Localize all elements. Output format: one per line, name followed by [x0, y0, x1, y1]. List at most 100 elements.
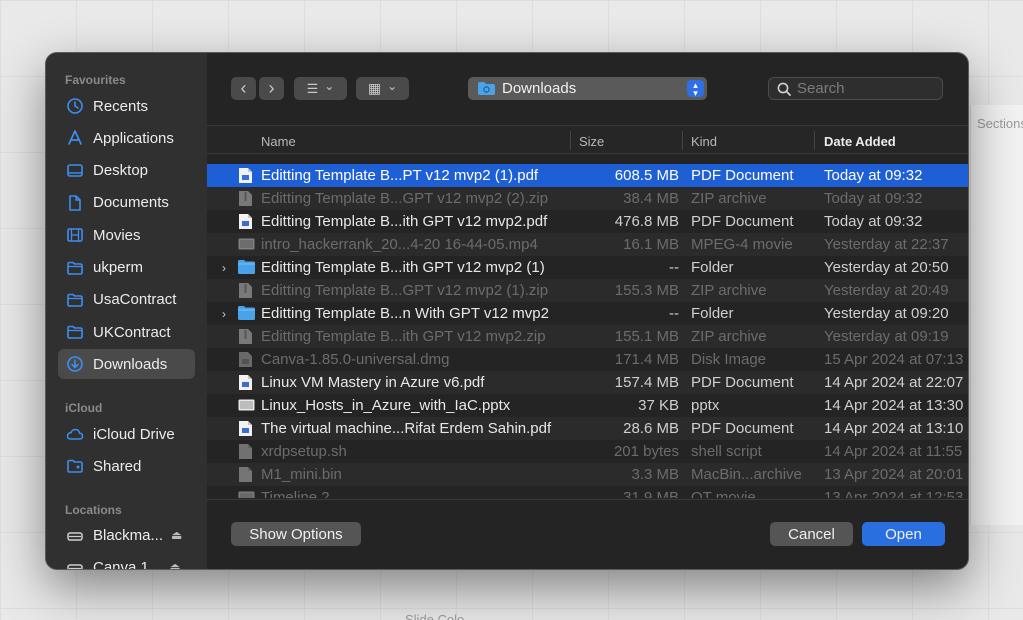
film-icon [66, 226, 84, 244]
shared-folder-icon [66, 457, 84, 475]
folder-icon [66, 323, 84, 341]
column-divider[interactable] [570, 131, 571, 150]
file-date-added: 13 Apr 2024 at 20:01 [824, 466, 964, 483]
file-name: Linux VM Mastery in Azure v6.pdf [261, 374, 485, 391]
sidebar-item-downloads[interactable]: Downloads [58, 349, 195, 380]
pdf-file-icon [238, 420, 253, 437]
sidebar: Favourites Recents Applications Desktop Doc… [46, 53, 207, 569]
file-kind: MacBin...archive [691, 466, 802, 483]
file-date-added: Today at 09:32 [824, 213, 923, 230]
column-kind[interactable]: Kind [691, 134, 717, 149]
disk-icon [66, 526, 84, 544]
file-row[interactable]: Timeline 2 31.9 MB QT movie 13 Apr 2024 at … [207, 486, 968, 498]
location-label: Downloads [502, 80, 577, 97]
search-field[interactable] [768, 77, 943, 100]
file-size: 28.6 MB [623, 420, 679, 437]
folder-icon [238, 259, 255, 276]
sidebar-item-ukperm[interactable]: ukperm [58, 253, 195, 283]
sidebar-item-label: ukperm [93, 259, 144, 276]
search-input[interactable] [797, 80, 927, 97]
column-header: Name Size Kind Date Added [207, 125, 968, 154]
sidebar-item-desktop[interactable]: Desktop [58, 156, 195, 186]
file-row[interactable]: Editting Template B...ith GPT v12 mvp2.p… [207, 210, 968, 233]
chevron-right-icon: › [268, 78, 275, 98]
file-kind: QT movie [691, 489, 756, 498]
file-row[interactable]: › Editting Template B...n With GPT v12 mv… [207, 302, 968, 325]
file-date-added: Yesterday at 22:37 [824, 236, 949, 253]
background-sections-label: Sections [977, 116, 1023, 131]
file-row[interactable]: › Editting Template B...ith GPT v12 mvp2 … [207, 256, 968, 279]
file-row[interactable]: Editting Template B...GPT v12 mvp2 (1).z… [207, 279, 968, 302]
sidebar-item-icloud-drive[interactable]: iCloud Drive [58, 419, 195, 449]
file-size: 37 KB [638, 397, 679, 414]
sidebar-section-locations: Locations [65, 503, 122, 517]
file-name: intro_hackerrank_20...4-20 16-44-05.mp4 [261, 236, 538, 253]
column-divider[interactable] [814, 131, 815, 150]
file-row[interactable]: Editting Template B...ith GPT v12 mvp2.z… [207, 325, 968, 348]
file-browser: ‹ › ☰ ⌄ ▦ ⌄ Downloads ▴▾ Name [207, 53, 968, 569]
file-row[interactable]: Linux VM Mastery in Azure v6.pdf 157.4 MB… [207, 371, 968, 394]
sidebar-item-shared[interactable]: Shared [58, 451, 195, 481]
file-row[interactable]: xrdpsetup.sh 201 bytes shell script 14 Apr … [207, 440, 968, 463]
file-row[interactable]: Canva-1.85.0-universal.dmg 171.4 MB Disk I… [207, 348, 968, 371]
clock-icon [66, 97, 84, 115]
disclosure-triangle-icon[interactable]: › [222, 261, 234, 275]
file-row[interactable]: M1_mini.bin 3.3 MB MacBin...archive 13 Apr … [207, 463, 968, 486]
file-kind: Folder [691, 305, 734, 322]
doc-file-icon [238, 466, 253, 483]
open-button[interactable]: Open [862, 522, 945, 546]
sidebar-item-usacontract[interactable]: UsaContract [58, 285, 195, 315]
file-size: -- [669, 305, 679, 322]
file-kind: MPEG-4 movie [691, 236, 793, 253]
chevron-down-icon: ⌄ [324, 79, 335, 93]
sidebar-item-applications[interactable]: Applications [58, 123, 195, 153]
column-size[interactable]: Size [579, 134, 604, 149]
pdf-file-icon [238, 167, 253, 184]
forward-button[interactable]: › [259, 77, 284, 100]
pdf-file-icon [238, 213, 253, 230]
sidebar-item-label: Applications [93, 129, 174, 147]
zip-file-icon [238, 190, 253, 207]
file-size: 155.3 MB [614, 282, 679, 299]
file-date-added: 14 Apr 2024 at 22:07 [824, 374, 964, 391]
file-row[interactable]: Editting Template B...PT v12 mvp2 (1).pd… [207, 164, 968, 187]
show-options-button[interactable]: Show Options [231, 522, 361, 546]
sidebar-item-label: Recents [93, 97, 149, 115]
search-icon [777, 82, 791, 96]
cancel-button[interactable]: Cancel [770, 522, 853, 546]
back-button[interactable]: ‹ [231, 77, 256, 100]
zip-file-icon [238, 328, 253, 345]
file-list: Editting Template B...PT v12 mvp2 (1).pd… [207, 164, 968, 498]
file-kind: ZIP archive [691, 282, 767, 299]
movie-file-icon [238, 236, 255, 253]
open-file-dialog: Favourites Recents Applications Desktop Doc… [46, 53, 968, 569]
file-name: Editting Template B...ith GPT v12 mvp2 (… [261, 259, 545, 276]
file-row[interactable]: Linux_Hosts_in_Azure_with_IaC.pptx 37 KB p… [207, 394, 968, 417]
eject-icon[interactable]: ⏏ [171, 528, 182, 542]
file-row[interactable]: Editting Template B...GPT v12 mvp2 (2).z… [207, 187, 968, 210]
disclosure-triangle-icon[interactable]: › [222, 307, 234, 321]
file-row[interactable]: The virtual machine...Rifat Erdem Sahin.… [207, 417, 968, 440]
background-bottom-label: Slide Colo... [405, 612, 476, 620]
sidebar-item-canva-1[interactable]: Canva 1... ⏏ [58, 552, 195, 569]
column-divider[interactable] [682, 131, 683, 150]
sidebar-item-ukcontract[interactable]: UKContract [58, 317, 195, 347]
sidebar-item-movies[interactable]: Movies [58, 220, 195, 250]
background-side-panel [970, 105, 1023, 525]
cloud-icon [66, 425, 84, 443]
sidebar-item-documents[interactable]: Documents [58, 188, 195, 218]
chevron-down-icon: ⌄ [387, 79, 398, 93]
grid-view-button[interactable]: ▦ ⌄ [356, 77, 409, 100]
sidebar-item-blackma[interactable]: Blackma... ⏏ [58, 520, 195, 550]
file-kind: PDF Document [691, 374, 794, 391]
sidebar-item-recents[interactable]: Recents [58, 91, 195, 121]
dmg-file-icon [238, 351, 253, 368]
file-row[interactable]: intro_hackerrank_20...4-20 16-44-05.mp4 1… [207, 233, 968, 256]
file-name: Editting Template B...GPT v12 mvp2 (1).z… [261, 282, 549, 299]
location-popup[interactable]: Downloads ▴ ▾ [468, 77, 707, 100]
list-view-button[interactable]: ☰ ⌄ [294, 77, 347, 100]
sidebar-item-label: Movies [93, 226, 141, 244]
column-date-added[interactable]: Date Added [824, 134, 896, 149]
eject-icon[interactable]: ⏏ [169, 560, 180, 569]
column-name[interactable]: Name [261, 134, 296, 149]
